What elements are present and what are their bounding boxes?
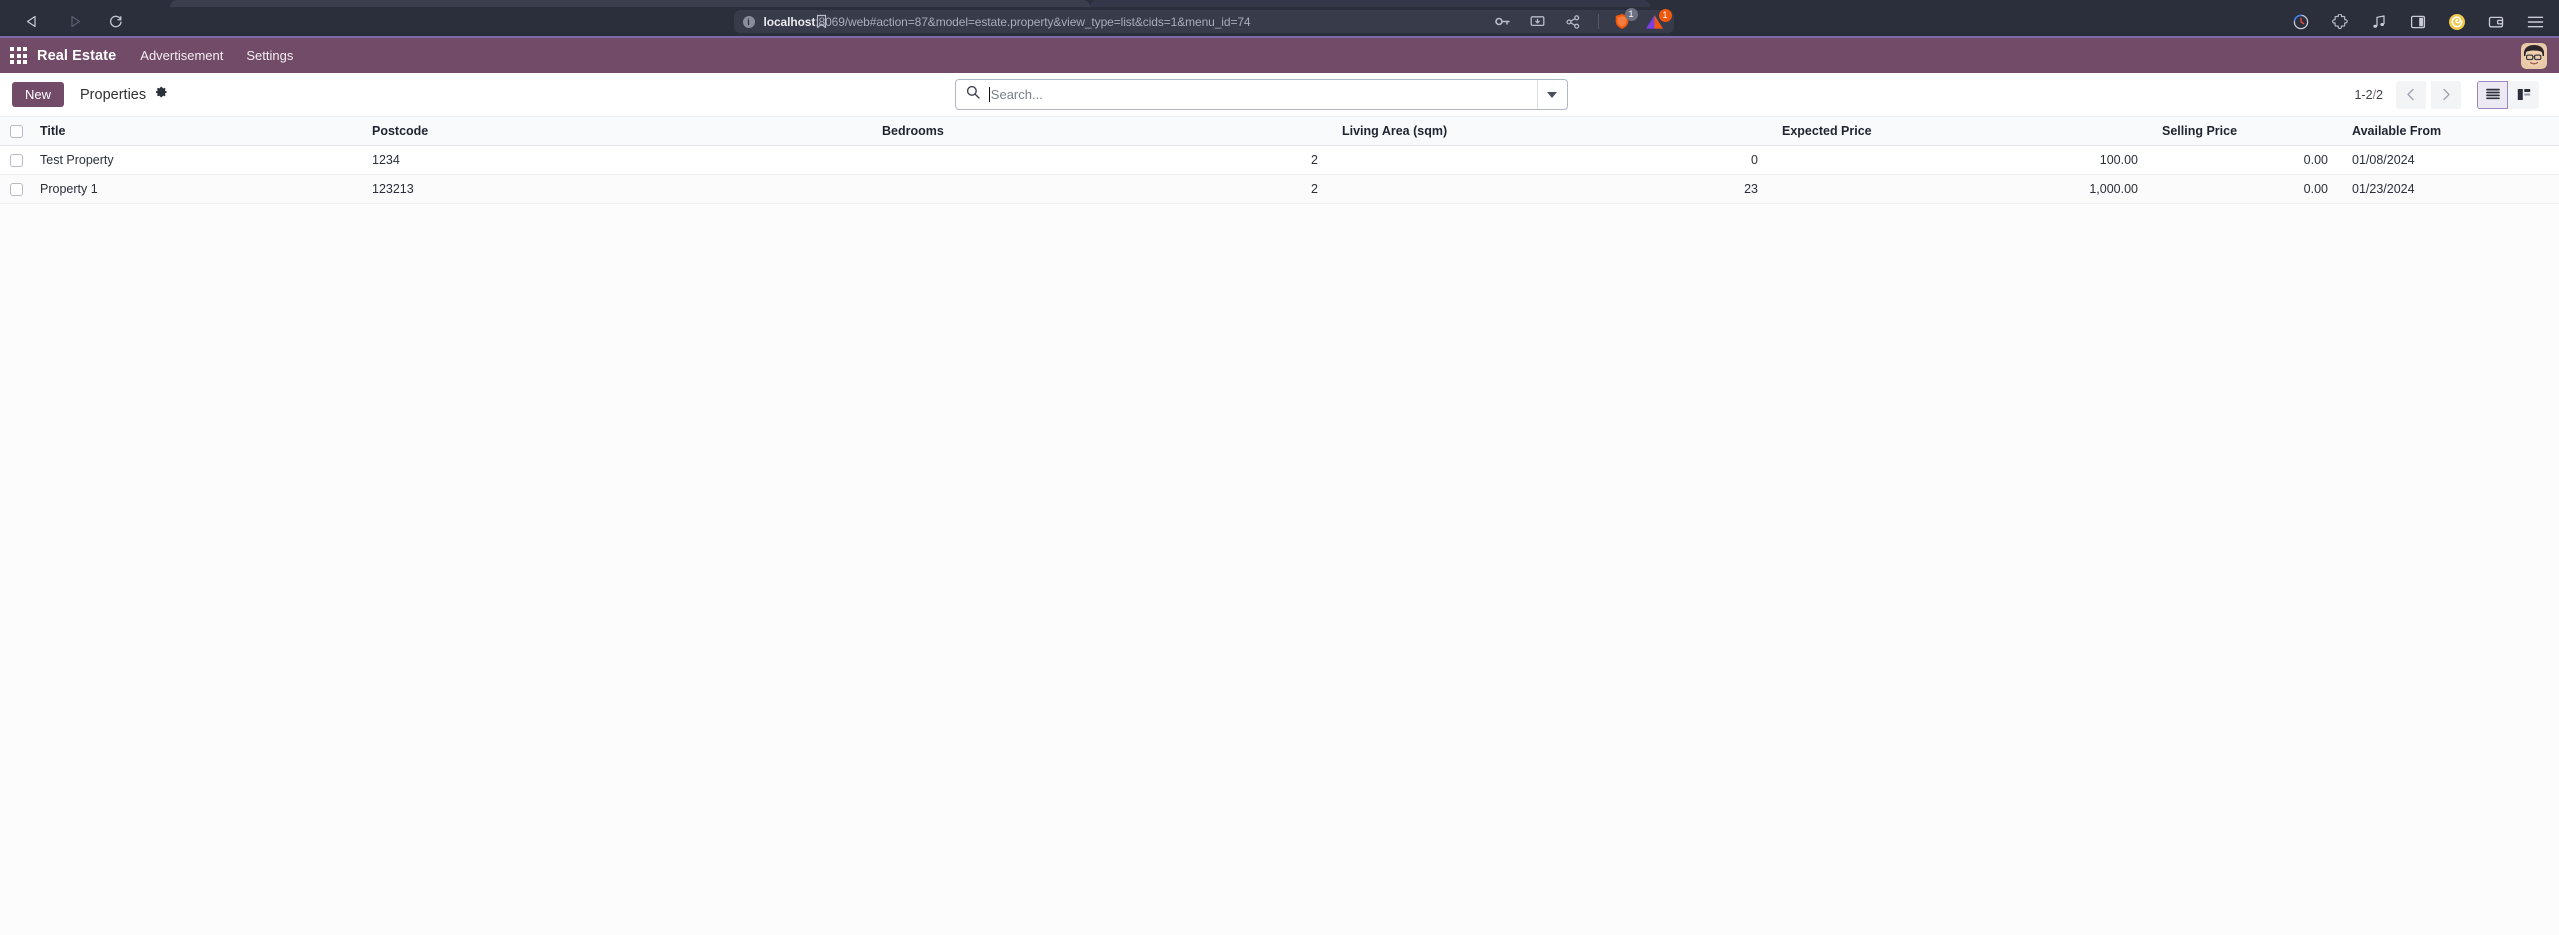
url-host: localhost	[763, 14, 816, 29]
table-row[interactable]: Test Property 1234 2 0 100.00 0.00 01/08…	[0, 145, 2559, 175]
omnibox-region: i localhost:8069/web#action=87&model=est…	[126, 7, 2281, 36]
search-icon	[966, 85, 980, 104]
row-select-cell	[0, 145, 28, 175]
kanban-view-button[interactable]	[2508, 80, 2539, 109]
cell-selling-price[interactable]: 0.00	[2150, 145, 2340, 175]
browser-nav-buttons	[22, 12, 126, 32]
table-header: Title Postcode Bedrooms Living Area (sqm…	[0, 117, 2559, 146]
table-header-row: Title Postcode Bedrooms Living Area (sqm…	[0, 117, 2559, 146]
select-all-cell	[0, 117, 28, 146]
cell-living-area[interactable]: 23	[1330, 174, 1770, 204]
properties-table: Title Postcode Bedrooms Living Area (sqm…	[0, 117, 2559, 204]
pager-previous-button[interactable]	[2396, 80, 2426, 109]
select-all-checkbox[interactable]	[10, 124, 23, 138]
kanban-icon	[2517, 89, 2530, 100]
nav-item-settings[interactable]: Settings	[246, 48, 293, 63]
list-empty-space	[0, 204, 2559, 935]
search-input[interactable]: Search...	[988, 80, 1537, 109]
install-app-icon[interactable]	[1528, 12, 1548, 32]
wallet-icon[interactable]	[2486, 12, 2506, 32]
app-brand-name[interactable]: Real Estate	[37, 48, 116, 64]
cell-living-area[interactable]: 0	[1330, 145, 1770, 175]
row-select-cell	[0, 174, 28, 204]
column-header-living-area[interactable]: Living Area (sqm)	[1330, 117, 1770, 146]
chevron-right-icon	[2443, 88, 2450, 101]
odoo-navbar: Real Estate Advertisement Settings	[0, 38, 2559, 73]
gear-icon[interactable]	[155, 86, 168, 104]
chevron-left-icon	[2407, 88, 2414, 101]
music-note-icon[interactable]	[2369, 12, 2389, 32]
cell-selling-price[interactable]: 0.00	[2150, 174, 2340, 204]
cell-title[interactable]: Property 1	[28, 174, 360, 204]
cell-bedrooms[interactable]: 2	[870, 145, 1330, 175]
browser-toolbar: i localhost:8069/web#action=87&model=est…	[0, 7, 2559, 38]
cell-expected-price[interactable]: 1,000.00	[1770, 174, 2150, 204]
bookmark-icon[interactable]	[812, 12, 832, 32]
browser-tab-inactive[interactable]	[1090, 0, 1650, 7]
column-header-postcode[interactable]: Postcode	[360, 117, 870, 146]
cell-expected-price[interactable]: 100.00	[1770, 145, 2150, 175]
list-icon	[2485, 88, 2500, 100]
column-header-expected-price[interactable]: Expected Price	[1770, 117, 2150, 146]
list-view-button[interactable]	[2477, 80, 2508, 109]
sidebar-panel-icon[interactable]	[2408, 12, 2428, 32]
browser-tab-strip	[0, 0, 2559, 7]
chevron-down-icon	[1547, 91, 1558, 98]
new-button[interactable]: New	[12, 82, 65, 107]
password-key-icon[interactable]	[1493, 12, 1513, 32]
pager-range: 1-2	[2354, 87, 2373, 102]
view-switcher	[2477, 80, 2539, 109]
table-row[interactable]: Property 1 123213 2 23 1,000.00 0.00 01/…	[0, 174, 2559, 204]
back-arrow-icon[interactable]	[22, 12, 42, 32]
browser-menu-icon[interactable]	[2525, 12, 2545, 32]
cell-postcode[interactable]: 123213	[360, 174, 870, 204]
cell-available-from[interactable]: 01/23/2024	[2340, 174, 2559, 204]
browser-toolbar-right	[2291, 12, 2545, 32]
column-header-title[interactable]: Title	[28, 117, 360, 146]
brave-shields-icon[interactable]: 1	[1614, 8, 1638, 30]
page-title[interactable]: Properties	[80, 87, 146, 103]
search-dropdown-toggle[interactable]	[1536, 80, 1567, 109]
column-header-available-from[interactable]: Available From	[2340, 117, 2559, 146]
share-icon[interactable]	[1563, 12, 1583, 32]
pager-value[interactable]: 1-2/2	[2354, 88, 2383, 102]
nav-item-advertisement[interactable]: Advertisement	[140, 48, 223, 63]
toolbar-divider	[1597, 14, 1599, 29]
shields-count-badge: 1	[1624, 8, 1638, 21]
apps-grid-icon[interactable]	[10, 47, 27, 64]
url-path: :8069/web#action=87&model=estate.propert…	[815, 14, 1251, 29]
url-text: localhost:8069/web#action=87&model=estat…	[764, 15, 1251, 29]
pager-next-button[interactable]	[2431, 80, 2461, 109]
search-placeholder: Search...	[990, 87, 1043, 102]
control-panel-right: 1-2/2	[2354, 80, 2539, 109]
browser-tab[interactable]	[170, 0, 1090, 7]
cell-available-from[interactable]: 01/08/2024	[2340, 145, 2559, 175]
search-area: Search...	[168, 79, 2354, 110]
row-checkbox[interactable]	[10, 182, 23, 196]
search-view[interactable]: Search...	[954, 79, 1568, 110]
cell-title[interactable]: Test Property	[28, 145, 360, 175]
breadcrumb: Properties	[80, 86, 168, 104]
control-panel: New Properties Search... 1-2/2	[0, 73, 2559, 117]
column-header-bedrooms[interactable]: Bedrooms	[870, 117, 1330, 146]
omnibox-action-icons: 1 1	[1493, 8, 1672, 32]
brave-leo-icon[interactable]	[2447, 12, 2467, 32]
user-avatar[interactable]	[2521, 42, 2547, 69]
table-body: Test Property 1234 2 0 100.00 0.00 01/08…	[0, 145, 2559, 204]
extension-triangle-icon[interactable]: 1	[1645, 8, 1672, 30]
pager-total: 2	[2376, 87, 2383, 102]
text-cursor	[988, 87, 990, 102]
cell-postcode[interactable]: 1234	[360, 145, 870, 175]
column-header-selling-price[interactable]: Selling Price	[2150, 117, 2340, 146]
site-info-icon[interactable]: i	[742, 15, 755, 28]
forward-arrow-icon	[64, 12, 84, 32]
row-checkbox[interactable]	[10, 153, 23, 167]
address-bar[interactable]: i localhost:8069/web#action=87&model=est…	[733, 8, 1674, 33]
extension-count-badge: 1	[1658, 8, 1672, 22]
reload-icon[interactable]	[106, 12, 126, 32]
cell-bedrooms[interactable]: 2	[870, 174, 1330, 204]
history-clock-icon[interactable]	[2291, 12, 2311, 32]
extensions-puzzle-icon[interactable]	[2330, 12, 2350, 32]
list-view-content: Title Postcode Bedrooms Living Area (sqm…	[0, 117, 2559, 935]
